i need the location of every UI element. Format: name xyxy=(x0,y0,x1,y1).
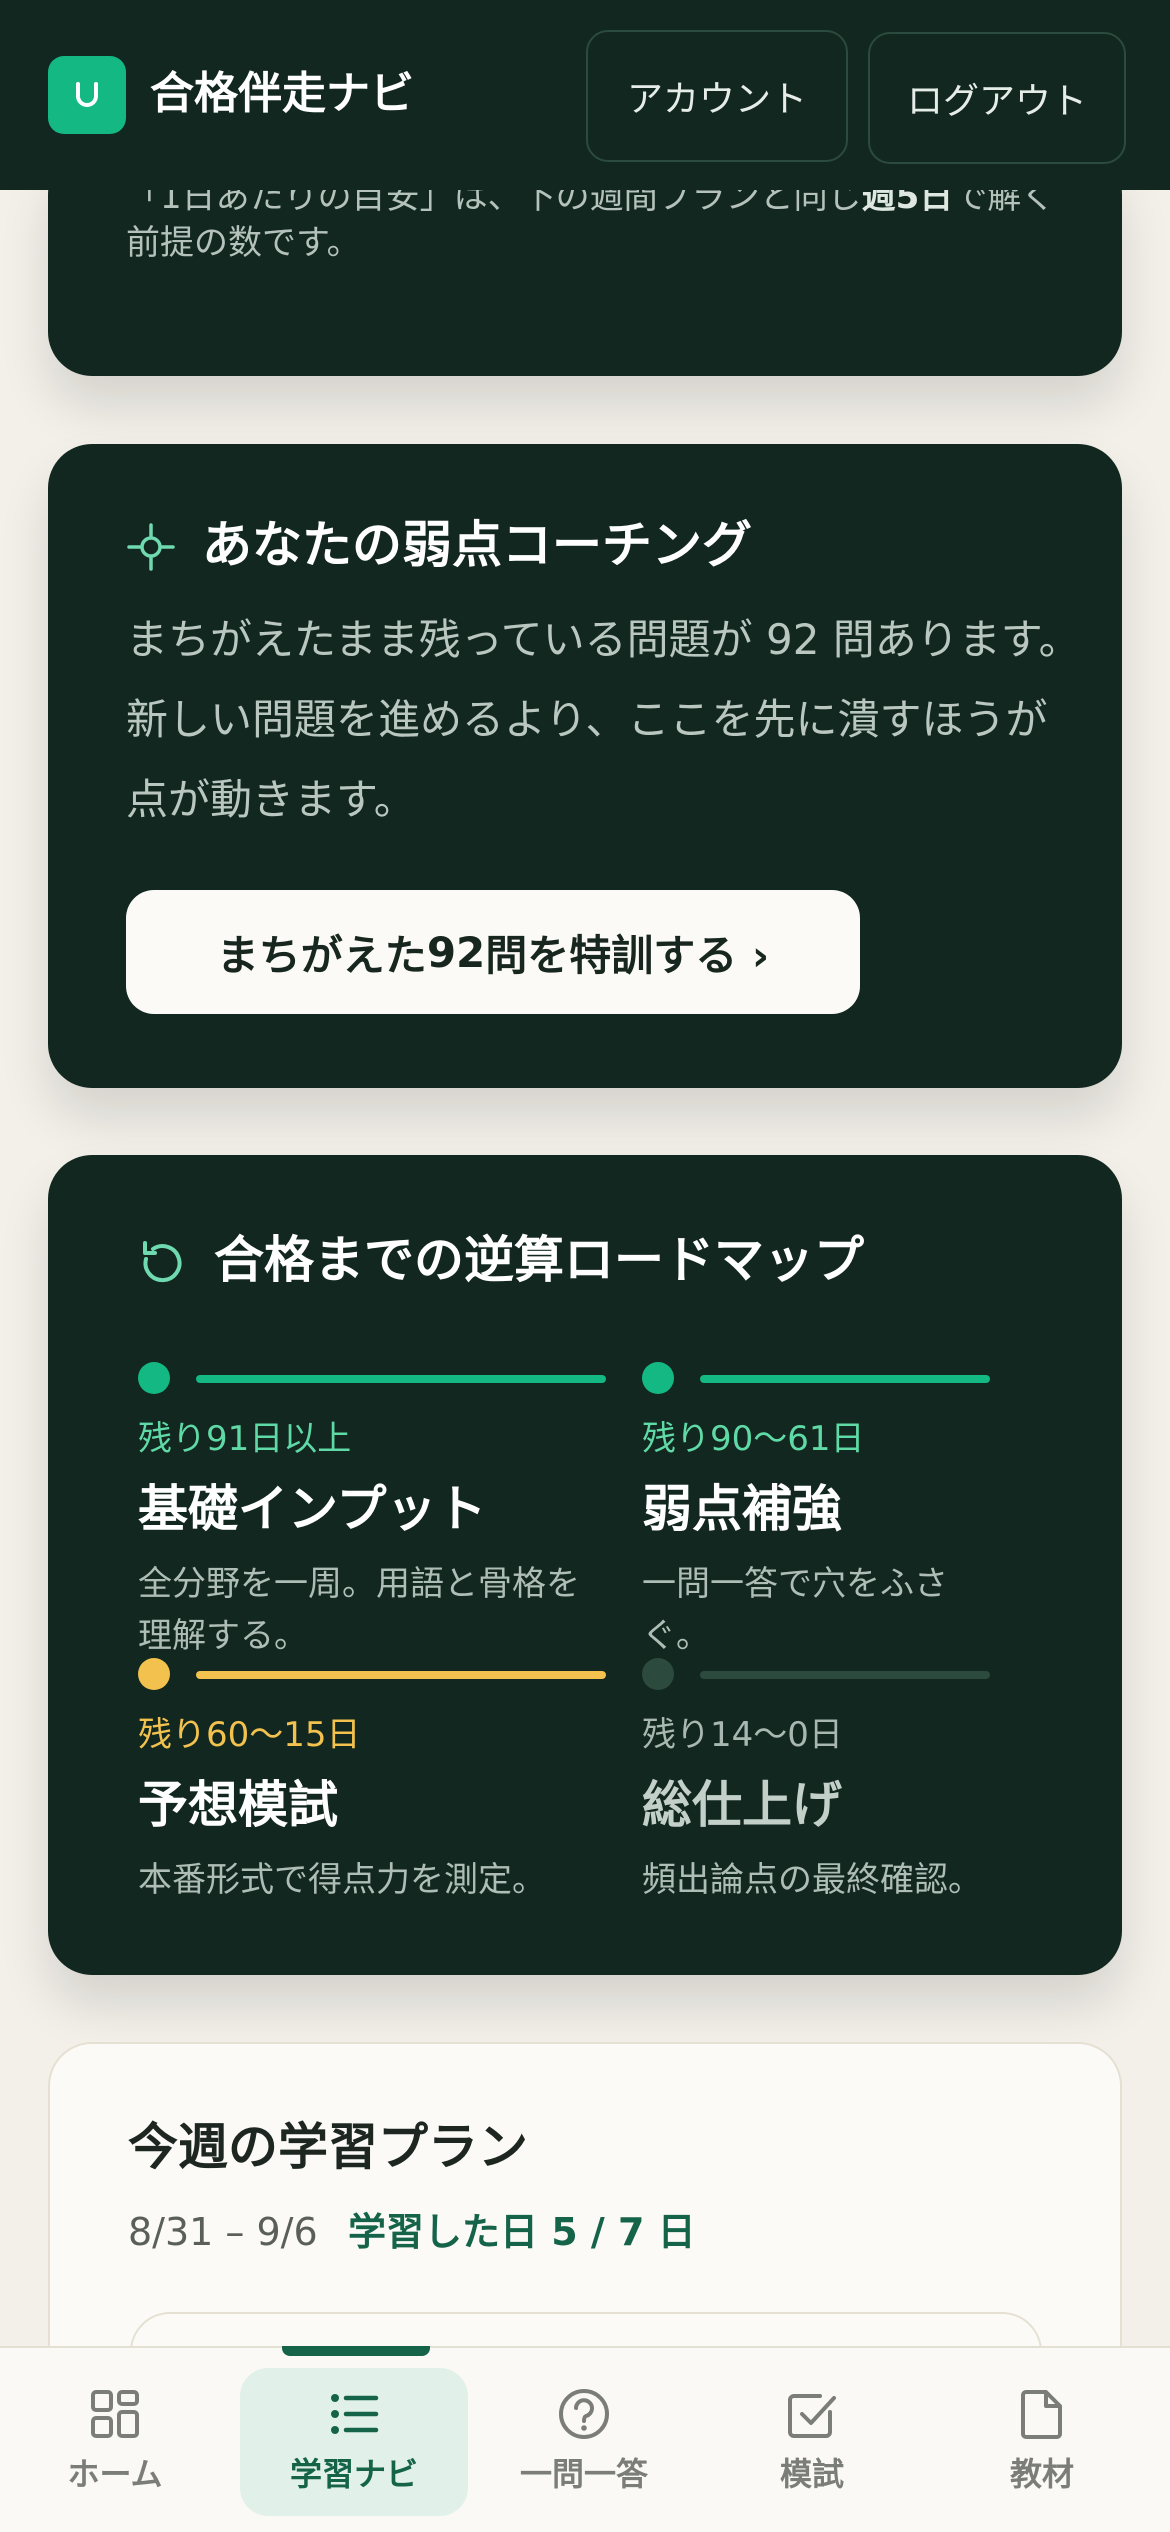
checkbox-icon xyxy=(788,2394,836,2438)
document-icon xyxy=(1021,2390,1062,2439)
phase-line xyxy=(196,1375,606,1383)
drill-mistakes-button[interactable]: まちがえた 92 問を特訓する › xyxy=(126,890,860,1014)
nav-study-navi[interactable]: 学習ナビ xyxy=(240,2368,468,2516)
phase-remaining: 残り14〜0日 xyxy=(642,1715,843,1755)
phase-remaining: 残り60〜15日 xyxy=(138,1715,361,1755)
logout-button[interactable]: ログアウト xyxy=(868,32,1126,164)
question-circle-icon xyxy=(559,2389,609,2439)
phase-name: 予想模試 xyxy=(138,1776,338,1834)
nav-materials[interactable]: 教材 xyxy=(928,2368,1156,2516)
nav-quiz[interactable]: 一問一答 xyxy=(470,2368,698,2516)
app-title: 合格伴走ナビ xyxy=(150,68,414,119)
phase-line xyxy=(196,1671,606,1679)
refresh-icon xyxy=(143,1241,182,1283)
phase-dot xyxy=(642,1658,674,1690)
phase-desc: 本番形式で得点力を測定。 xyxy=(138,1860,546,1900)
phase-line xyxy=(700,1375,990,1383)
bottom-nav: ホーム 学習ナビ 一問一答 模試 教材 xyxy=(0,2346,1170,2532)
phase-name: 総仕上げ xyxy=(642,1776,842,1834)
phase-desc: 一問一答で穴をふさぐ。 xyxy=(642,1564,948,1656)
plan-title: 今週の学習プラン xyxy=(128,2118,528,2176)
phase-dot xyxy=(642,1362,674,1394)
app-header: 合格伴走ナビ アカウント ログアウト xyxy=(0,0,1170,190)
phase-desc: 全分野を一周。用語と骨格を理解する。 xyxy=(138,1564,580,1656)
home-grid-icon xyxy=(91,2390,139,2438)
phase-desc: 頻出論点の最終確認。 xyxy=(642,1860,982,1900)
account-button[interactable]: アカウント xyxy=(586,30,848,162)
phase-name: 弱点補強 xyxy=(642,1480,842,1538)
phase-remaining: 残り91日以上 xyxy=(138,1419,352,1459)
phase-dot xyxy=(138,1658,170,1690)
roadmap-title: 合格までの逆算ロードマップ xyxy=(214,1231,864,1289)
plan-date-range: 8/31 – 9/6 xyxy=(128,2210,318,2254)
weakness-coaching-card: あなたの弱点コーチング まちがえたまま残っている問題が 92 問あります。新しい… xyxy=(48,444,1122,1088)
list-icon xyxy=(331,2394,379,2434)
app-logo[interactable] xyxy=(48,56,126,134)
roadmap-card: 合格までの逆算ロードマップ 残り91日以上 基礎インプット 全分野を一周。用語と… xyxy=(48,1155,1122,1975)
mistake-count: 92 xyxy=(426,927,486,977)
phase-remaining: 残り90〜61日 xyxy=(642,1419,865,1459)
phase-line xyxy=(700,1671,990,1679)
phase-name: 基礎インプット xyxy=(138,1480,487,1538)
nav-home[interactable]: ホーム xyxy=(0,2368,230,2516)
coaching-title: あなたの弱点コーチング xyxy=(202,516,752,574)
logo-u-icon xyxy=(76,82,98,107)
plan-days-done: 学習した日 5 / 7 日 xyxy=(348,2210,696,2254)
target-icon xyxy=(127,523,175,571)
nav-mock-exam[interactable]: 模試 xyxy=(698,2368,926,2516)
phase-dot xyxy=(138,1362,170,1394)
coaching-body: まちがえたまま残っている問題が 92 問あります。新しい問題を進めるより、ここを… xyxy=(126,615,1081,824)
active-tab-indicator xyxy=(282,2346,430,2356)
